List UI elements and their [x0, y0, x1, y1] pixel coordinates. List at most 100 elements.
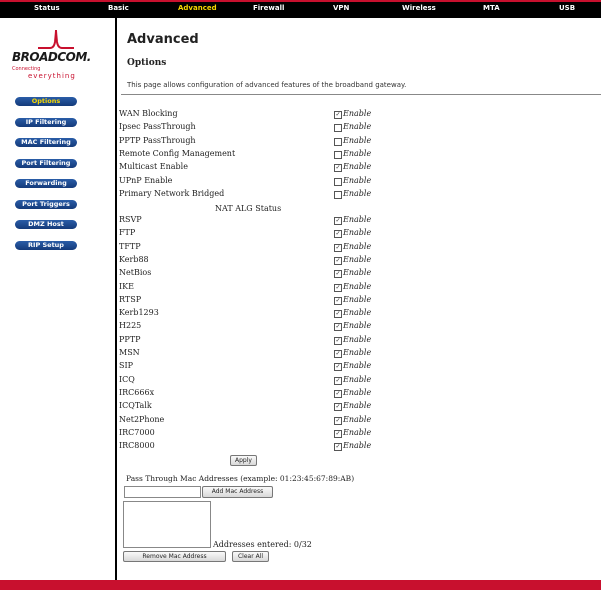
enable-checkbox[interactable]: ✓ — [334, 323, 342, 332]
page-title: Advanced — [127, 32, 199, 47]
option-label: ICQTalk — [119, 401, 152, 411]
mac-address-list[interactable] — [123, 501, 211, 548]
enable-checkbox[interactable]: ✓ — [334, 283, 342, 292]
enable-label: Enable — [343, 162, 372, 172]
option-label: Ipsec PassThrough — [119, 122, 196, 132]
enable-checkbox[interactable]: ✓ — [334, 403, 342, 412]
tab-usb[interactable]: USB — [559, 4, 575, 12]
enable-label: Enable — [343, 135, 372, 145]
sidebar-item-dmz-host[interactable]: DMZ Host — [15, 220, 77, 229]
logo-wordmark: BROADCOM. — [12, 50, 91, 64]
option-row: UPnP Enable Enable — [119, 176, 599, 189]
tab-mta[interactable]: MTA — [483, 4, 500, 12]
option-label: Kerb1293 — [119, 308, 159, 318]
enable-checkbox[interactable] — [334, 177, 342, 186]
page-description: This page allows configuration of advanc… — [127, 81, 407, 89]
enable-checkbox[interactable]: ✓ — [334, 270, 342, 279]
enable-label: Enable — [343, 348, 372, 357]
bottom-accent-bar — [0, 580, 601, 590]
option-label: Remote Config Management — [119, 148, 236, 158]
enable-checkbox[interactable]: ✓ — [334, 443, 342, 452]
option-label: IRC8000 — [119, 441, 155, 451]
enable-checkbox[interactable] — [334, 137, 342, 146]
add-mac-address-button[interactable]: Add Mac Address — [202, 486, 273, 498]
clear-all-button[interactable]: Clear All — [232, 551, 269, 562]
option-label: Net2Phone — [119, 414, 165, 424]
option-label: Kerb88 — [119, 254, 149, 264]
option-label: WAN Blocking — [119, 109, 178, 118]
sidebar-item-port-filtering[interactable]: Port Filtering — [15, 159, 77, 168]
enable-checkbox[interactable]: ✓ — [334, 363, 342, 372]
tab-basic[interactable]: Basic — [108, 4, 129, 12]
tab-advanced[interactable]: Advanced — [178, 4, 217, 12]
remove-mac-address-button[interactable]: Remove Mac Address — [123, 551, 226, 562]
sidebar: BROADCOM. Connecting everything Options I… — [0, 18, 117, 580]
enable-checkbox[interactable]: ✓ — [334, 310, 342, 319]
enable-checkbox[interactable]: ✓ — [334, 350, 342, 358]
enable-checkbox[interactable]: ✓ — [334, 376, 342, 385]
option-label: TFTP — [119, 241, 141, 251]
sidebar-item-port-triggers[interactable]: Port Triggers — [15, 200, 77, 209]
option-row: WAN Blocking ✓ Enable — [119, 109, 599, 122]
addresses-entered-count: Addresses entered: 0/32 — [213, 540, 312, 549]
enable-label: Enable — [343, 414, 372, 424]
enable-checkbox[interactable] — [334, 150, 342, 159]
enable-checkbox[interactable]: ✓ — [334, 243, 342, 252]
enable-checkbox[interactable]: ✓ — [334, 256, 342, 265]
broadcom-logo: BROADCOM. Connecting everything — [8, 28, 108, 88]
enable-label: Enable — [343, 188, 372, 198]
option-label: FTP — [119, 228, 136, 238]
option-row: Multicast Enable ✓ Enable — [119, 162, 599, 175]
enable-label: Enable — [343, 122, 372, 132]
apply-button[interactable]: Apply — [230, 455, 257, 466]
tab-status[interactable]: Status — [34, 4, 60, 12]
option-label: PPTP — [119, 334, 141, 344]
sidebar-item-forwarding[interactable]: Forwarding — [15, 179, 77, 188]
enable-checkbox[interactable]: ✓ — [334, 336, 342, 345]
option-row: SIP ✓ Enable — [119, 361, 599, 374]
enable-checkbox[interactable]: ✓ — [334, 429, 342, 438]
option-row: IRC8000 ✓ Enable — [119, 441, 599, 454]
sidebar-item-ip-filtering[interactable]: IP Filtering — [15, 118, 77, 127]
sidebar-item-mac-filtering[interactable]: MAC Filtering — [15, 138, 77, 147]
enable-checkbox[interactable]: ✓ — [334, 111, 342, 119]
enable-label: Enable — [343, 441, 372, 451]
option-row: Ipsec PassThrough Enable — [119, 122, 599, 135]
option-row: RTSP ✓ Enable — [119, 295, 599, 308]
sidebar-item-options[interactable]: Options — [15, 97, 77, 106]
logo-tagline-bottom: everything — [28, 72, 76, 80]
enable-checkbox[interactable]: ✓ — [334, 296, 342, 305]
enable-checkbox[interactable]: ✓ — [334, 416, 342, 425]
mac-address-input[interactable] — [124, 486, 201, 498]
page-subtitle: Options — [127, 58, 167, 68]
enable-checkbox[interactable] — [334, 190, 342, 199]
option-label: RTSP — [119, 294, 142, 304]
enable-checkbox[interactable]: ✓ — [334, 230, 342, 239]
enable-label: Enable — [343, 148, 372, 158]
enable-checkbox[interactable]: ✓ — [334, 164, 342, 173]
tab-wireless[interactable]: Wireless — [402, 4, 436, 12]
enable-label: Enable — [343, 387, 372, 397]
enable-checkbox[interactable]: ✓ — [334, 217, 342, 225]
top-nav: Status Basic Advanced Firewall VPN Wireless MT… — [0, 0, 601, 18]
enable-label: Enable — [343, 215, 372, 224]
option-row: ICQ ✓ Enable — [119, 375, 599, 388]
option-label: PPTP PassThrough — [119, 135, 196, 145]
logo-swoosh-icon — [38, 29, 74, 49]
enable-label: Enable — [343, 308, 372, 318]
enable-checkbox[interactable] — [334, 124, 342, 133]
tab-firewall[interactable]: Firewall — [253, 4, 284, 12]
option-row: IRC7000 ✓ Enable — [119, 428, 599, 441]
option-row: PPTP PassThrough Enable — [119, 136, 599, 149]
enable-checkbox[interactable]: ✓ — [334, 389, 342, 398]
enable-label: Enable — [343, 427, 372, 437]
option-label: MSN — [119, 348, 140, 357]
nat-alg-heading: NAT ALG Status — [215, 204, 282, 213]
enable-label: Enable — [343, 401, 372, 411]
tab-vpn[interactable]: VPN — [333, 4, 349, 12]
enable-label: Enable — [343, 321, 372, 331]
option-label: ICQ — [119, 374, 135, 384]
sidebar-item-rip-setup[interactable]: RIP Setup — [15, 241, 77, 250]
option-row: H225 ✓ Enable — [119, 321, 599, 334]
divider — [121, 94, 601, 95]
